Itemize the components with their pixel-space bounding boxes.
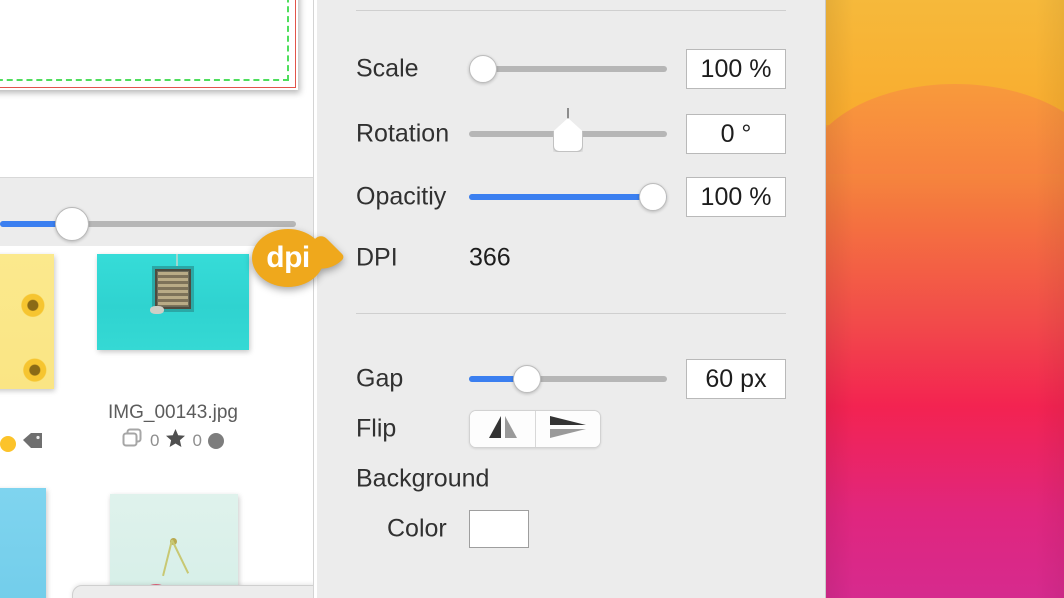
file-name-label: 23.jpg — [0, 398, 52, 416]
photo-detail — [171, 539, 190, 575]
dpi-label: DPI — [356, 243, 398, 272]
slider-track[interactable] — [469, 66, 667, 72]
page-sheet[interactable] — [0, 0, 298, 90]
item-metadata-row — [0, 432, 44, 455]
section-divider — [356, 10, 786, 11]
photo-content — [97, 254, 249, 350]
slider-knob[interactable] — [553, 118, 583, 152]
image-browser-grid[interactable]: 23.jpg — [0, 246, 314, 598]
opacity-slider[interactable] — [469, 183, 667, 211]
photo-content — [110, 494, 238, 598]
tag-icon[interactable] — [22, 432, 44, 455]
opacity-label: Opacitiy — [356, 182, 447, 211]
slider-knob[interactable] — [513, 365, 542, 393]
row-dpi: DPI 366 — [317, 236, 825, 280]
color-label-dot[interactable] — [207, 432, 224, 449]
slider-fill — [0, 221, 63, 227]
row-flip: Flip — [317, 407, 825, 451]
flip-horizontal-button[interactable] — [470, 411, 535, 447]
gap-label: Gap — [356, 364, 404, 393]
safe-area-guide-border — [0, 0, 289, 81]
flip-horizontal-icon — [481, 414, 525, 445]
slider-knob[interactable] — [469, 55, 497, 83]
rotation-slider[interactable] — [469, 108, 667, 152]
background-label: Background — [356, 464, 490, 493]
pane-divider — [313, 0, 314, 598]
opacity-value-field[interactable]: 100 % — [686, 177, 786, 217]
scale-slider[interactable] — [469, 55, 667, 83]
thumbnail-size-slider[interactable] — [0, 207, 296, 241]
star-count: 0 — [192, 430, 202, 450]
row-background: Background — [317, 457, 825, 501]
gap-slider[interactable] — [469, 365, 667, 393]
dpi-callout-badge[interactable]: dpi — [252, 229, 346, 287]
row-gap: Gap 60 px — [317, 357, 825, 401]
flip-label: Flip — [356, 414, 397, 443]
flip-vertical-button[interactable] — [535, 411, 600, 447]
flip-segmented-control[interactable] — [469, 410, 601, 448]
color-label-dot[interactable] — [0, 435, 16, 452]
row-scale: Scale 100 % — [317, 47, 825, 91]
gap-value-field[interactable]: 60 px — [686, 359, 786, 399]
application-window: 23.jpg — [0, 0, 826, 598]
row-color: Color — [317, 507, 825, 551]
wallpaper-vignette — [825, 0, 1064, 598]
thumbnail-teal-wall-photo[interactable] — [97, 254, 249, 350]
canvas-area[interactable] — [0, 0, 314, 178]
badge-label: dpi — [266, 241, 310, 274]
scale-value-field[interactable]: 100 % — [686, 49, 786, 89]
flip-vertical-icon — [546, 414, 590, 445]
photo-detail — [162, 539, 174, 577]
slider-knob[interactable] — [639, 183, 667, 211]
slider-fill — [469, 194, 667, 200]
rotation-label: Rotation — [356, 119, 450, 148]
background-color-swatch[interactable] — [469, 510, 529, 548]
row-opacity: Opacitiy 100 % — [317, 175, 825, 219]
photo-detail — [157, 271, 189, 306]
settings-inspector: Scale 100 % Rotation 0 ° Opacitiy 100 % … — [317, 0, 825, 598]
copies-icon[interactable] — [122, 428, 144, 453]
bottom-toolbar[interactable] — [72, 585, 314, 598]
scale-label: Scale — [356, 54, 419, 83]
photo-detail — [150, 305, 164, 315]
file-name-label: IMG_00143.jpg — [108, 402, 238, 423]
slider-knob[interactable] — [55, 207, 90, 241]
photo-content — [0, 254, 54, 389]
thumbnail-sunflower-photo[interactable] — [0, 254, 54, 389]
desktop-wallpaper — [825, 0, 1064, 598]
color-label: Color — [387, 514, 447, 543]
thumbnail-blue-photo[interactable] — [0, 488, 46, 598]
photo-content — [0, 488, 46, 598]
dpi-value: 366 — [469, 243, 511, 272]
item-metadata-row: 0 0 — [122, 428, 224, 453]
star-icon[interactable] — [165, 428, 186, 453]
thumbnail-cherries-photo[interactable] — [110, 494, 238, 598]
window-right-edge — [825, 0, 826, 598]
row-rotation: Rotation 0 ° — [317, 108, 825, 156]
copies-count: 0 — [150, 430, 160, 450]
rotation-center-tick — [567, 108, 569, 118]
left-pane: 23.jpg — [0, 0, 314, 598]
photo-detail — [151, 265, 195, 312]
rotation-value-field[interactable]: 0 ° — [686, 114, 786, 154]
section-divider — [356, 313, 786, 314]
screen: 23.jpg — [0, 0, 1064, 598]
